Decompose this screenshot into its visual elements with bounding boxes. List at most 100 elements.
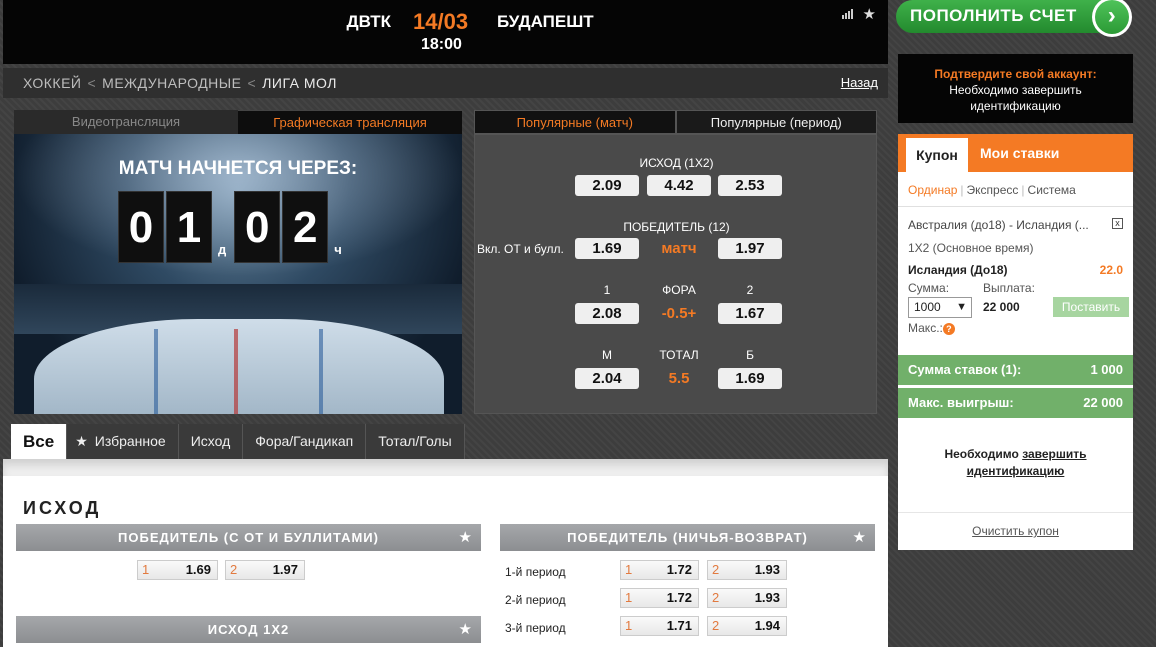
tab-video[interactable]: Видеотрансляция <box>14 110 238 134</box>
tab-popular-period[interactable]: Популярные (период) <box>675 110 877 134</box>
odd-button[interactable]: 1.97 <box>718 238 782 259</box>
stake-select[interactable]: 1000 ▼ <box>908 297 972 318</box>
odd-button[interactable]: 1 1.71 <box>620 616 699 636</box>
odd-button[interactable]: 1 1.69 <box>137 560 218 580</box>
odd-value: 1.69 <box>185 562 211 577</box>
match-header: ДВТК 14/03 БУДАПЕШТ 18:00 ★ <box>3 0 888 64</box>
back-link[interactable]: Назад <box>841 75 878 90</box>
total-value: 5.5 <box>668 370 690 387</box>
breadcrumb: ХОККЕЙ < МЕЖДУНАРОДНЫЕ < ЛИГА МОЛ Назад <box>3 68 888 98</box>
tab-handicap[interactable]: Фора/Гандикап <box>243 424 367 459</box>
main-column: ДВТК 14/03 БУДАПЕШТ 18:00 ★ ХОККЕЙ < МЕЖДУ… <box>0 0 888 647</box>
tab-graphic[interactable]: Графическая трансляция <box>238 110 462 134</box>
hours-unit: ч <box>334 242 342 257</box>
tab-totals[interactable]: Тотал/Голы <box>366 424 465 459</box>
tab-favorites-label: Избранное <box>94 433 166 449</box>
odd-button[interactable]: 2 1.93 <box>707 560 787 580</box>
close-icon[interactable]: x <box>1112 218 1123 229</box>
outcome-index: 1 <box>625 562 633 577</box>
type-express[interactable]: Экспресс <box>967 183 1019 197</box>
market-header[interactable]: ИСХОД 1X2 ★ <box>16 616 481 643</box>
market-header[interactable]: ПОБЕДИТЕЛЬ (НИЧЬЯ-ВОЗВРАТ) ★ <box>500 524 875 551</box>
match-date: 14/03 <box>413 9 469 34</box>
countdown-digit: 2 <box>282 191 329 263</box>
odd-button[interactable]: 2 1.94 <box>707 616 787 636</box>
star-icon[interactable]: ★ <box>459 616 473 643</box>
odd-button[interactable]: 2.04 <box>575 368 639 389</box>
odd-button[interactable]: 2 1.97 <box>225 560 305 580</box>
ident-link[interactable]: завершить <box>1022 447 1086 461</box>
odd-value: 1.93 <box>754 590 780 605</box>
tab-coupon[interactable]: Купон <box>906 138 968 172</box>
breadcrumb-sport[interactable]: ХОККЕЙ <box>23 75 81 91</box>
ident-link[interactable]: идентификацию <box>967 464 1065 478</box>
odd-button[interactable]: 1.69 <box>718 368 782 389</box>
odd-value: 1.97 <box>272 562 298 577</box>
outcome-label: ИСХОД (1X2) <box>639 156 714 170</box>
total-label: ТОТАЛ <box>659 348 699 362</box>
odd-button[interactable]: 1.69 <box>575 238 639 259</box>
tab-my-bets[interactable]: Мои ставки <box>980 134 1059 172</box>
tab-popular-match[interactable]: Популярные (матч) <box>474 110 676 134</box>
breadcrumb-league: ЛИГА МОЛ <box>262 75 337 91</box>
bet-event: Австралия (до18) - Исландия (... <box>908 218 1089 232</box>
ice-rink-image <box>34 319 444 414</box>
odd-button[interactable]: 2.53 <box>718 175 782 196</box>
odd-button[interactable]: 1.67 <box>718 303 782 324</box>
countdown-digit: 1 <box>166 191 212 263</box>
outcome-index: 2 <box>712 618 720 633</box>
confirm-title: Подтвердите свой аккаунт: <box>934 67 1097 81</box>
odd-value: 1.71 <box>666 618 692 633</box>
type-single[interactable]: Ординар <box>908 183 957 197</box>
betting-page: ДВТК 14/03 БУДАПЕШТ 18:00 ★ ХОККЕЙ < МЕЖДУ… <box>0 0 1156 647</box>
winner-sublabel: Вкл. ОТ и булл. <box>477 242 564 256</box>
outcome-index: 1 <box>142 562 150 577</box>
total-stakes-value: 1 000 <box>1090 362 1123 377</box>
star-icon[interactable]: ★ <box>853 524 867 551</box>
total-stakes-bar: Сумма ставок (1): 1 000 <box>898 355 1133 385</box>
outcome-index: 1 <box>625 590 633 605</box>
bet-slip-tabs: Купон Мои ставки <box>898 134 1133 172</box>
odd-button[interactable]: 1 1.72 <box>620 588 699 608</box>
clear-coupon-link[interactable]: Очистить купон <box>898 524 1133 538</box>
bet-odd: 22.0 <box>1099 263 1123 277</box>
odd-button[interactable]: 4.42 <box>647 175 711 196</box>
help-icon[interactable]: ? <box>942 323 955 335</box>
tab-all[interactable]: Все <box>11 424 68 459</box>
sidebar: ПОПОЛНИТЬ СЧЕТ › Подтвердите свой аккаун… <box>896 0 1156 647</box>
market-header[interactable]: ПОБЕДИТЕЛЬ (С ОТ И БУЛЛИТАМИ) ★ <box>16 524 481 551</box>
max-win-label: Макс. выигрыш: <box>908 395 1014 410</box>
odd-button[interactable]: 1 1.72 <box>620 560 699 580</box>
handicap-label-1: 1 <box>603 283 611 297</box>
caret-down-icon: ▼ <box>956 301 967 313</box>
handicap-value: -0.5+ <box>661 305 697 322</box>
outcome-index: 2 <box>230 562 238 577</box>
winner-label: ПОБЕДИТЕЛЬ (12) <box>623 220 730 234</box>
outcome-index: 2 <box>712 562 720 577</box>
period-label: 3-й период <box>505 621 566 635</box>
odd-button[interactable]: 2.08 <box>575 303 639 324</box>
chevron-left-icon: < <box>247 75 257 91</box>
star-icon: ★ <box>75 433 88 449</box>
odd-button[interactable]: 2 1.93 <box>707 588 787 608</box>
confirm-text[interactable]: Необходимо завершить идентификацию <box>898 82 1133 114</box>
tab-outcome[interactable]: Исход <box>178 424 244 459</box>
odd-button[interactable]: 2.09 <box>575 175 639 196</box>
divider <box>3 459 888 476</box>
identification-notice: Необходимо завершить идентификацию <box>898 446 1133 480</box>
breadcrumb-region[interactable]: МЕЖДУНАРОДНЫЕ <box>102 75 241 91</box>
star-icon[interactable]: ★ <box>863 6 876 23</box>
popular-tabs: Популярные (матч) Популярные (период) <box>474 110 877 134</box>
topup-label: ПОПОЛНИТЬ СЧЕТ <box>910 6 1077 25</box>
type-system[interactable]: Система <box>1028 183 1076 197</box>
bet-market: 1X2 (Основное время) <box>908 241 1034 255</box>
countdown-title: МАТЧ НАЧНЕТСЯ ЧЕРЕЗ: <box>118 158 358 179</box>
topup-button[interactable]: ПОПОЛНИТЬ СЧЕТ › <box>896 0 1132 37</box>
chevron-left-icon: < <box>87 75 97 91</box>
payout-label: Выплата: <box>983 281 1035 295</box>
star-icon[interactable]: ★ <box>459 524 473 551</box>
odd-value: 1.94 <box>754 618 780 633</box>
stats-icon[interactable] <box>842 8 856 22</box>
tab-favorites[interactable]: ★ Избранное <box>67 424 179 459</box>
place-bet-button[interactable]: Поставить <box>1053 297 1129 317</box>
